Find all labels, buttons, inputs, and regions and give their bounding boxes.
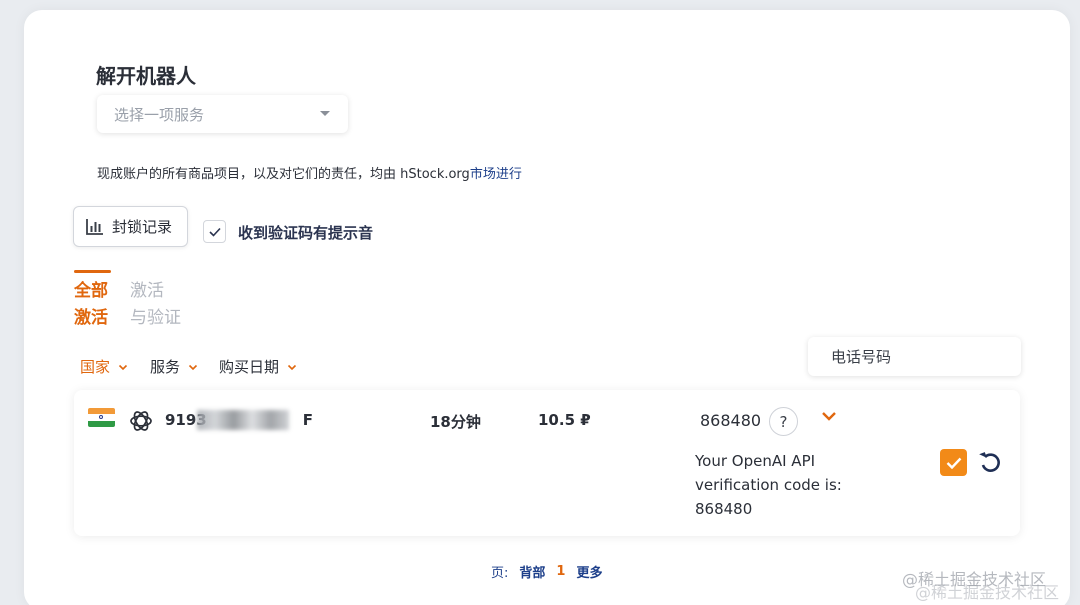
activation-duration: 18分钟 [430, 413, 481, 431]
sms-message: Your OpenAI API verification code is: 86… [695, 452, 842, 518]
chevron-down-icon [287, 364, 297, 370]
india-flag-icon [88, 408, 115, 427]
phone-tail: F [302, 411, 313, 429]
filter-service[interactable]: 服务 [150, 356, 198, 377]
tab-all-line2: 激活 [74, 308, 108, 328]
caret-down-icon [320, 111, 330, 116]
service-select-placeholder: 选择一项服务 [114, 105, 205, 124]
tab-act-line1: 激活 [130, 281, 164, 301]
help-icon: ? [779, 412, 788, 431]
notice-text: 现成账户的所有商品项目，以及对它们的责任，均由 hStock.org市场进行 [97, 163, 522, 182]
filter-purchase-date[interactable]: 购买日期 [219, 356, 297, 377]
sound-checkbox-label: 收到验证码有提示音 [238, 224, 374, 242]
tab-activation-verification[interactable]: 激活 与验证 [130, 278, 190, 332]
watermark-shadow: @稀土掘金技术社区 [915, 583, 1060, 602]
page-title: 解开机器人 [96, 64, 196, 88]
service-select[interactable]: 选择一项服务 [97, 95, 348, 133]
chevron-down-icon [118, 364, 128, 370]
filter-country[interactable]: 国家 [80, 356, 128, 377]
phone-search-input[interactable] [808, 337, 1021, 376]
activation-price: 10.5 ₽ [538, 411, 591, 429]
tab-all-line1: 全部 [74, 281, 108, 301]
openai-icon [130, 411, 152, 431]
sound-checkbox[interactable] [203, 220, 226, 243]
tab-all-activations[interactable]: 全部 激活 [74, 278, 114, 332]
filter-service-label: 服务 [150, 358, 181, 376]
active-tab-indicator [74, 270, 111, 273]
chevron-down-icon [188, 364, 198, 370]
filter-country-label: 国家 [80, 358, 111, 376]
block-records-label: 封锁记录 [112, 218, 173, 236]
pagination-more[interactable]: 更多 [576, 562, 602, 581]
filter-date-label: 购买日期 [219, 358, 280, 376]
bar-chart-icon [86, 218, 103, 235]
chevron-down-icon[interactable] [821, 410, 837, 422]
block-records-button[interactable]: 封锁记录 [73, 206, 188, 247]
help-button[interactable]: ? [769, 407, 798, 436]
check-icon [208, 227, 221, 237]
verification-code[interactable]: 868480 [700, 411, 761, 430]
undo-icon[interactable] [977, 449, 1003, 475]
complete-checkbox[interactable] [940, 449, 967, 476]
tab-act-line2: 与验证 [130, 308, 181, 328]
phone-blur-mask [197, 410, 289, 430]
market-link[interactable]: 市场进行 [470, 167, 522, 182]
pagination: 页: 背部 1 更多 [491, 562, 602, 581]
pagination-current[interactable]: 1 [556, 564, 565, 579]
pagination-back[interactable]: 背部 [519, 562, 545, 581]
notice-body: 现成账户的所有商品项目，以及对它们的责任，均由 hStock.org [97, 167, 470, 182]
pagination-label: 页: [491, 566, 509, 581]
check-icon [946, 457, 961, 469]
